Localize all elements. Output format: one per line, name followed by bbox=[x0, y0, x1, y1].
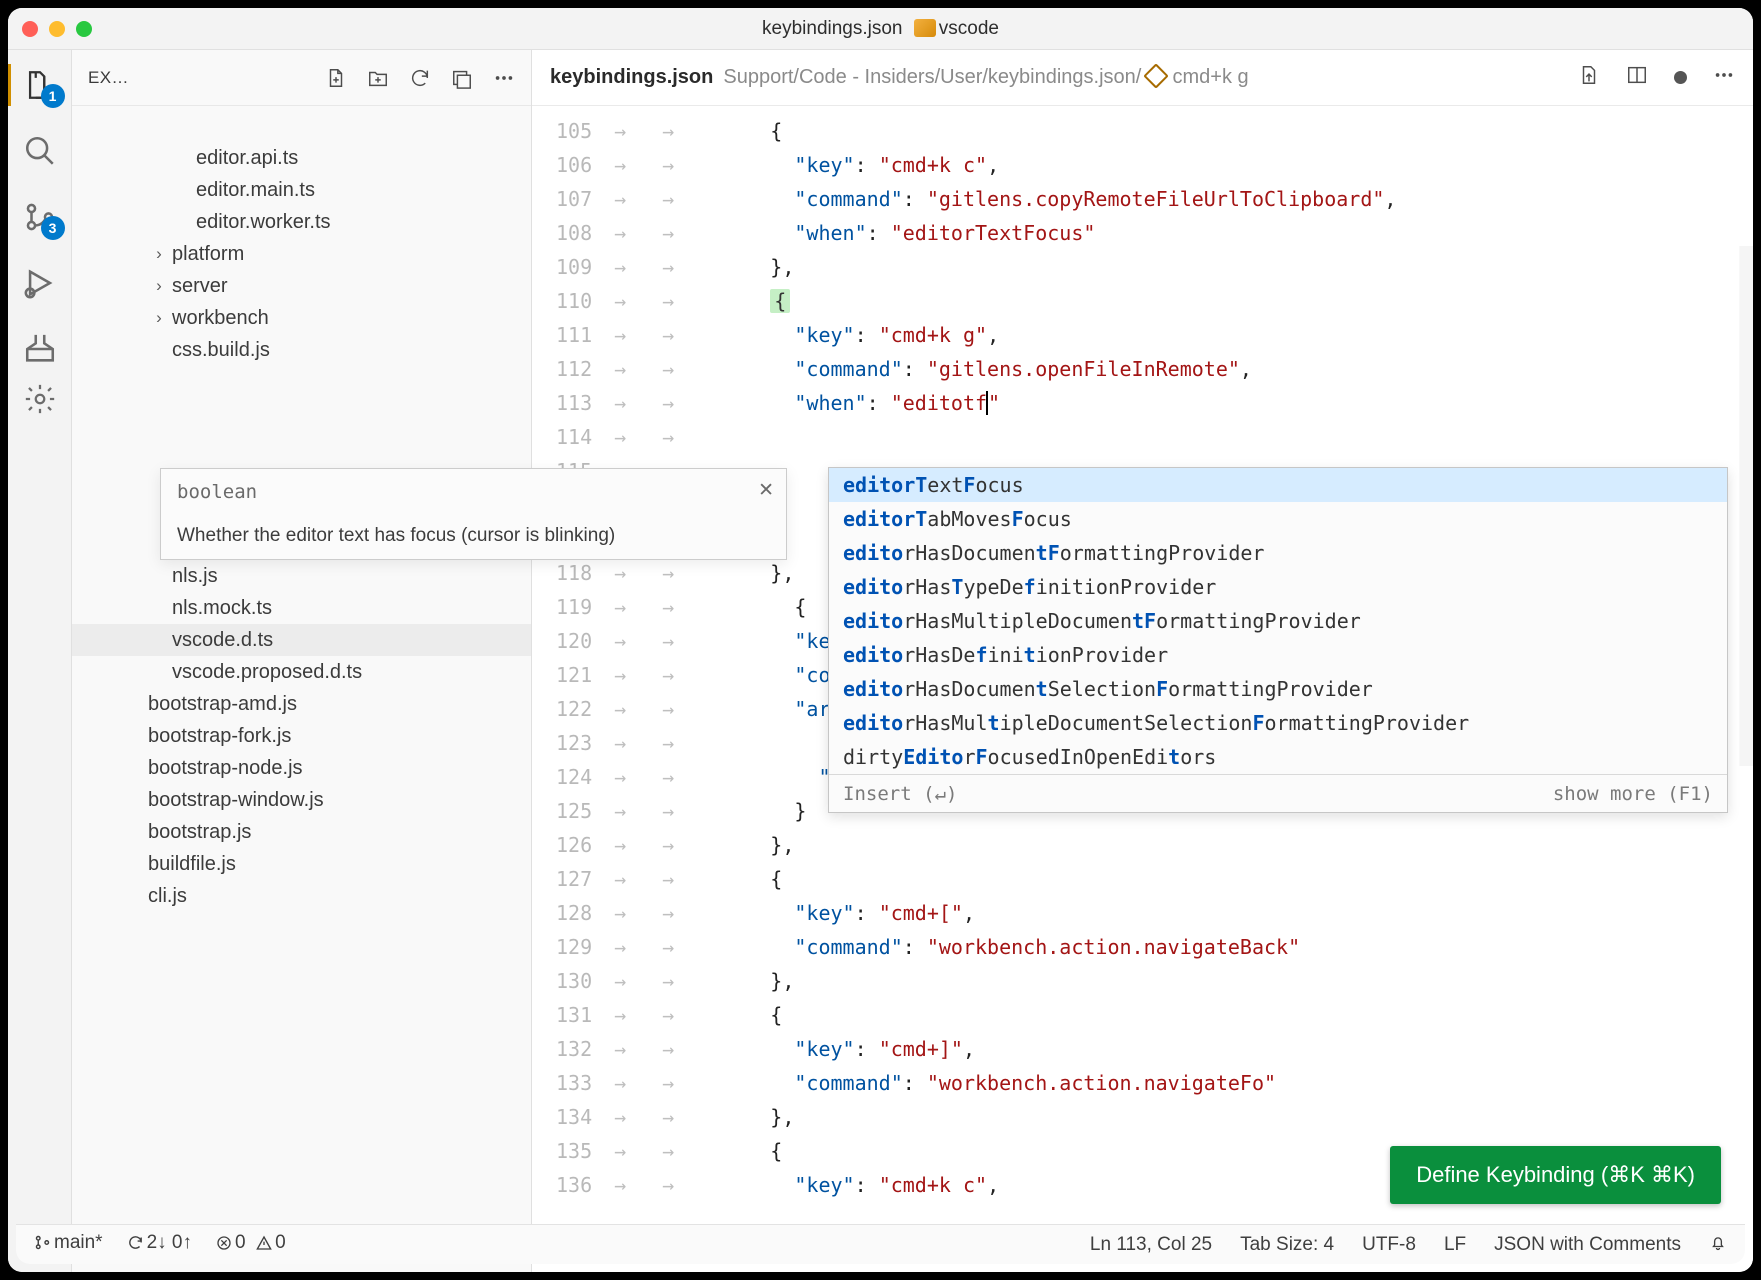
tab-name[interactable]: keybindings.json bbox=[550, 66, 713, 89]
scm-icon[interactable]: 3 bbox=[23, 200, 57, 234]
settings-icon[interactable] bbox=[23, 382, 57, 416]
hover-type: boolean bbox=[177, 481, 770, 503]
breadcrumb[interactable]: Support/Code - Insiders/User/keybindings… bbox=[723, 66, 1248, 89]
suggest-widget[interactable]: editorTextFocuseditorTabMovesFocuseditor… bbox=[828, 467, 1728, 813]
suggest-item[interactable]: editorTextFocus bbox=[829, 468, 1727, 502]
tree-item[interactable]: cli.js bbox=[72, 880, 531, 912]
suggest-item[interactable]: dirtyEditorFocusedInOpenEditors bbox=[829, 740, 1727, 774]
line-gutter: 1051061071081091101111121131141151161171… bbox=[532, 106, 612, 1272]
tree-item[interactable]: editor.main.ts bbox=[72, 174, 531, 206]
encoding[interactable]: UTF-8 bbox=[1362, 1234, 1416, 1256]
tree-item[interactable]: editor.worker.ts bbox=[72, 206, 531, 238]
open-aside-icon[interactable] bbox=[1578, 64, 1600, 92]
tree-item[interactable]: vscode.proposed.d.ts bbox=[72, 656, 531, 688]
symbol-icon bbox=[1143, 63, 1168, 88]
tree-item[interactable]: bootstrap-window.js bbox=[72, 784, 531, 816]
search-icon[interactable] bbox=[23, 134, 57, 168]
tree-item[interactable]: bootstrap-node.js bbox=[72, 752, 531, 784]
eol[interactable]: LF bbox=[1444, 1234, 1466, 1256]
window-close[interactable] bbox=[22, 21, 38, 37]
suggest-item[interactable]: editorHasMultipleDocumentSelectionFormat… bbox=[829, 706, 1727, 740]
explorer-badge: 1 bbox=[41, 84, 65, 108]
tree-item[interactable]: ›platform bbox=[72, 238, 531, 270]
whitespace-guides bbox=[612, 106, 722, 1272]
split-editor-icon[interactable] bbox=[1626, 64, 1648, 92]
extensions-icon[interactable] bbox=[23, 332, 57, 366]
sidebar: EX… editor.api.tseditor.main.tseditor.wo… bbox=[72, 50, 532, 1272]
suggest-show-more[interactable]: show more (F1) bbox=[1553, 783, 1713, 805]
explorer-icon[interactable]: 1 bbox=[23, 68, 57, 102]
statusbar: main* 2↓ 0↑ 0 0 Ln 113, Col 25 Tab Size:… bbox=[16, 1224, 1745, 1264]
activity-bar: 1 3 bbox=[8, 50, 72, 1272]
tab-size[interactable]: Tab Size: 4 bbox=[1240, 1234, 1334, 1256]
sync-status[interactable]: 2↓ 0↑ bbox=[127, 1232, 192, 1257]
tree-item[interactable]: ›workbench bbox=[72, 302, 531, 334]
suggest-item[interactable]: editorHasTypeDefinitionProvider bbox=[829, 570, 1727, 604]
language-mode[interactable]: JSON with Comments bbox=[1494, 1234, 1681, 1256]
tree-item[interactable]: bootstrap-fork.js bbox=[72, 720, 531, 752]
problems-status[interactable]: 0 0 bbox=[216, 1232, 286, 1257]
minimap[interactable] bbox=[1739, 246, 1753, 766]
tree-item[interactable]: vscode.d.ts bbox=[72, 624, 531, 656]
suggest-item[interactable]: editorHasDocumentSelectionFormattingProv… bbox=[829, 672, 1727, 706]
modified-dot bbox=[1674, 71, 1687, 84]
branch-status[interactable]: main* bbox=[34, 1232, 103, 1257]
hover-desc: Whether the editor text has focus (curso… bbox=[177, 525, 770, 547]
tree-item[interactable]: nls.mock.ts bbox=[72, 592, 531, 624]
scm-badge: 3 bbox=[41, 216, 65, 240]
file-tree[interactable]: editor.api.tseditor.main.tseditor.worker… bbox=[72, 106, 531, 1272]
debug-icon[interactable] bbox=[23, 266, 57, 300]
new-file-icon[interactable] bbox=[325, 67, 347, 89]
more-icon[interactable] bbox=[493, 67, 515, 89]
bell-icon[interactable] bbox=[1709, 1233, 1727, 1257]
workspace-icon bbox=[914, 19, 936, 37]
tree-item[interactable]: editor.api.ts bbox=[72, 142, 531, 174]
tab-more-icon[interactable] bbox=[1713, 64, 1735, 92]
tree-item[interactable]: ›server bbox=[72, 270, 531, 302]
suggest-item[interactable]: editorHasDefinitionProvider bbox=[829, 638, 1727, 672]
sidebar-title: EX… bbox=[88, 68, 129, 88]
refresh-icon[interactable] bbox=[409, 67, 431, 89]
window-max[interactable] bbox=[76, 21, 92, 37]
tree-item[interactable]: nls.js bbox=[72, 560, 531, 592]
tree-item[interactable]: buildfile.js bbox=[72, 848, 531, 880]
tree-item[interactable]: css.build.js bbox=[72, 334, 531, 366]
titlebar: keybindings.json vscode bbox=[8, 8, 1753, 50]
suggest-insert-hint: Insert (↵) bbox=[843, 783, 957, 805]
hover-close-icon[interactable]: ✕ bbox=[758, 479, 774, 502]
ln-col[interactable]: Ln 113, Col 25 bbox=[1090, 1234, 1212, 1256]
tree-item[interactable]: bootstrap.js bbox=[72, 816, 531, 848]
collapse-icon[interactable] bbox=[451, 67, 473, 89]
hover-tooltip: boolean Whether the editor text has focu… bbox=[160, 468, 787, 560]
suggest-item[interactable]: editorHasDocumentFormattingProvider bbox=[829, 536, 1727, 570]
window-min[interactable] bbox=[49, 21, 65, 37]
suggest-item[interactable]: editorHasMultipleDocumentFormattingProvi… bbox=[829, 604, 1727, 638]
title-workspace: vscode bbox=[939, 18, 999, 39]
tree-item[interactable]: bootstrap-amd.js bbox=[72, 688, 531, 720]
title-filename: keybindings.json bbox=[762, 18, 902, 39]
define-keybinding-button[interactable]: Define Keybinding (⌘K ⌘K) bbox=[1390, 1146, 1721, 1204]
new-folder-icon[interactable] bbox=[367, 67, 389, 89]
suggest-item[interactable]: editorTabMovesFocus bbox=[829, 502, 1727, 536]
